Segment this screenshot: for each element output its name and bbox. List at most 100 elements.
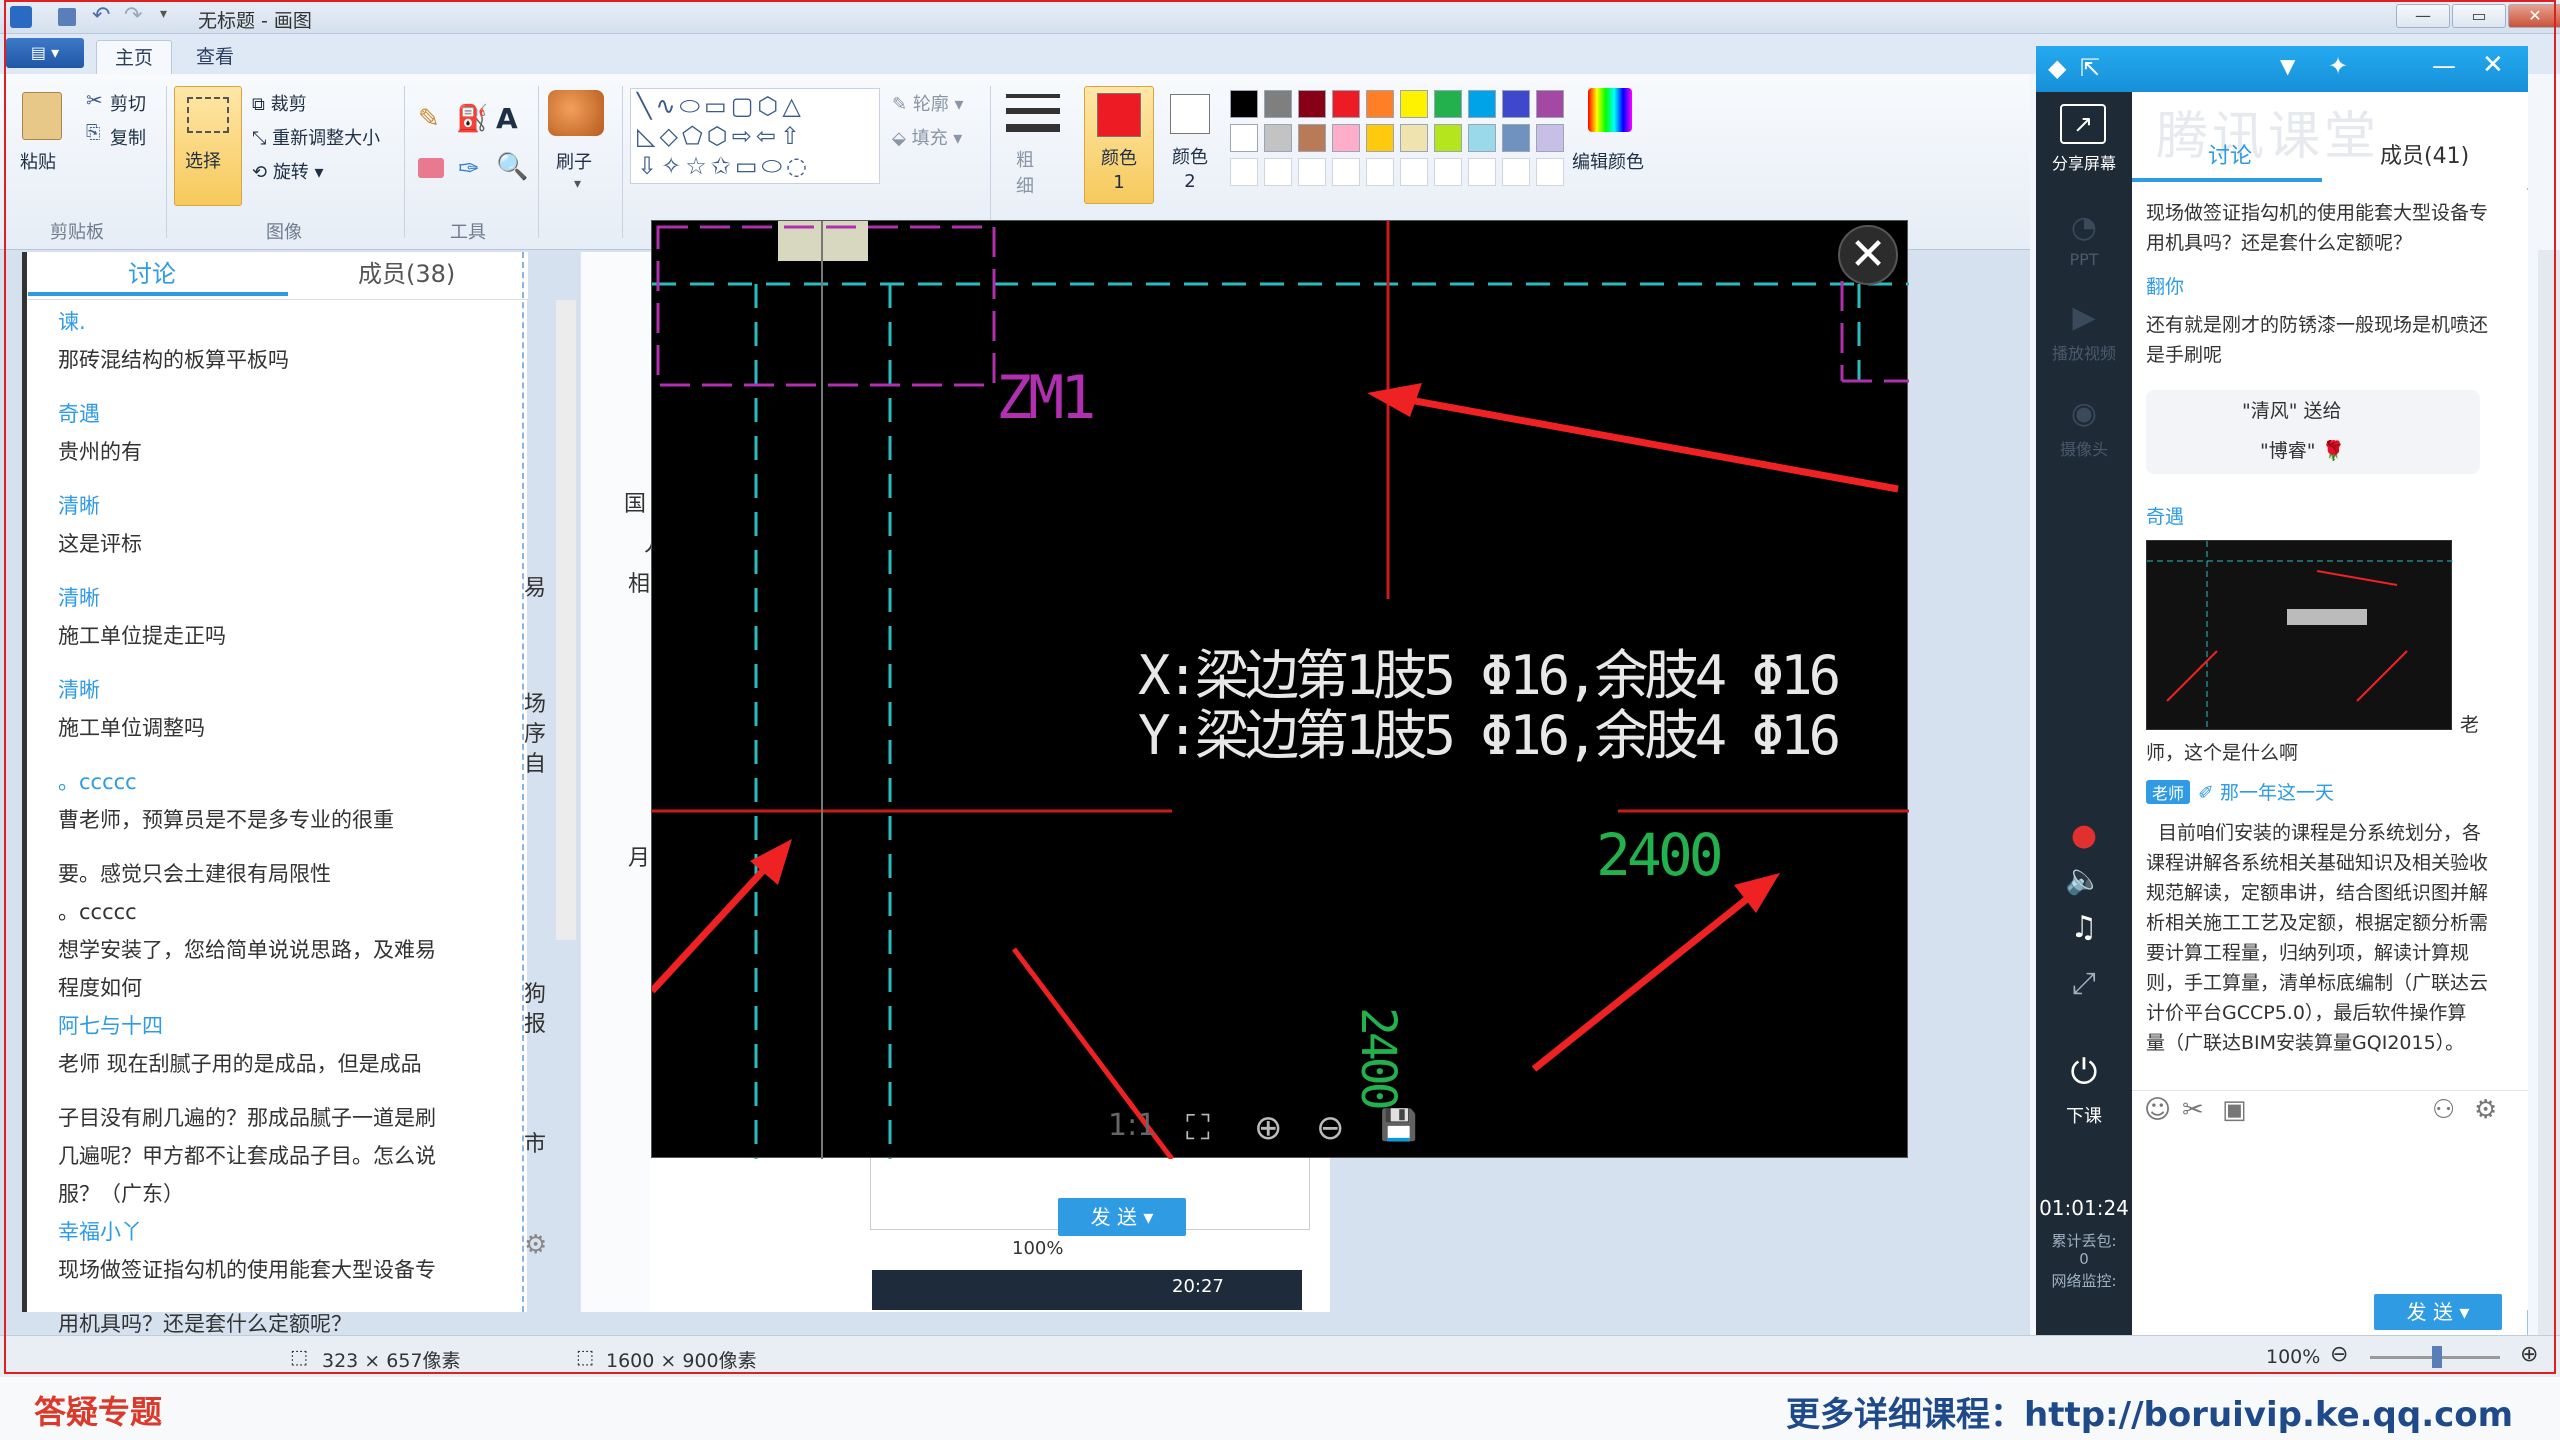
behind-send-button[interactable]: 发 送 ▾ [1058,1198,1186,1236]
fill-bucket-icon[interactable]: ⛽ [456,104,488,134]
cut-button[interactable]: 剪切 [110,90,146,116]
cut-icon[interactable]: ✂ [86,88,103,112]
eraser-icon[interactable] [418,158,444,178]
outline-button[interactable]: ✎ 轮廓 ▾ [892,90,964,116]
vertical-scrollbar[interactable] [2538,250,2560,1335]
video-icon[interactable]: ▶ [2036,300,2132,335]
palette-swatch[interactable] [1264,124,1292,152]
tab-members[interactable]: 成员(38) [358,254,455,289]
pencil-icon[interactable]: ✎ [418,104,440,134]
chevron-down-icon[interactable]: ▼ [2280,54,2295,78]
palette-swatch[interactable] [1230,124,1258,152]
ppt-icon[interactable]: ◔ [2036,210,2132,245]
palette-swatch[interactable] [1230,90,1258,118]
zoom-in-icon[interactable]: ⊕ [2520,1342,2538,1367]
crop-button[interactable]: ⧉ 裁剪 [252,90,307,116]
zoom-out-icon[interactable]: ⊖ [2330,1342,2348,1367]
palette-swatch[interactable] [1502,90,1530,118]
copy-icon[interactable]: ⎘ [86,122,100,143]
tencent-tab-discuss[interactable]: 讨论 [2208,138,2252,170]
close-icon[interactable]: ✕ [2482,50,2504,80]
brush-icon[interactable] [548,90,604,136]
file-menu-button[interactable]: ▤ ▾ [6,38,84,68]
user-icon[interactable]: ⚇ [2432,1095,2455,1125]
palette-swatch[interactable] [1366,124,1394,152]
palette-swatch[interactable] [1434,90,1462,118]
magnifier-icon[interactable]: 🔍 [496,152,528,182]
palette-empty-swatch[interactable] [1230,158,1258,186]
chevron-down-icon[interactable]: ▾ [574,176,581,192]
paste-icon[interactable] [22,92,62,140]
fill-button[interactable]: ⬙ 填充 ▾ [892,124,962,150]
palette-empty-swatch[interactable] [1468,158,1496,186]
redo-icon[interactable]: ↷ [124,3,142,28]
palette-empty-swatch[interactable] [1434,158,1462,186]
paint-app-icon[interactable] [10,6,32,28]
palette-empty-swatch[interactable] [1400,158,1428,186]
settings-icon[interactable]: ⚙ [2474,1095,2497,1125]
text-tool-icon[interactable]: A [496,102,518,135]
emoji-icon[interactable]: ☺ [2144,1095,2171,1125]
size-line-icon[interactable] [1006,94,1060,98]
play-video-button[interactable]: 播放视频 [2036,340,2132,364]
save-icon[interactable] [58,8,76,26]
shapes-gallery[interactable]: ╲∿⬭▭▢⬡△ ◺◇⬠⬡⇨⇦⇧ ⇩✧☆✩▭⬭◌ [630,88,880,184]
speaker-icon[interactable]: 🔈 [2036,862,2132,897]
save-image-icon[interactable]: 💾 [1380,1108,1417,1143]
screen-share-icon[interactable]: ↗ [2060,104,2106,144]
zoom-out-icon[interactable]: ⊖ [1316,1108,1345,1148]
edit-colors-icon[interactable] [1588,88,1632,132]
image-icon[interactable]: ▣ [2222,1095,2247,1125]
music-icon[interactable]: ♫ [2036,910,2132,945]
rotate-button[interactable]: ⟲ 旋转 ▾ [252,158,324,184]
minimize-icon[interactable]: — [2432,52,2456,80]
camera-icon[interactable]: ◉ [2036,396,2132,431]
gear-icon[interactable]: ⚙ [524,1230,547,1260]
palette-empty-swatch[interactable] [1366,158,1394,186]
camera-button[interactable]: 摄像头 [2036,436,2132,460]
microphone-icon[interactable]: ● [2036,818,2132,853]
palette-swatch[interactable] [1468,90,1496,118]
external-icon[interactable]: ⇱ [2080,54,2100,82]
actual-size-button[interactable]: 1:1 [1108,1108,1156,1143]
pin-icon[interactable]: ✦ [2328,52,2348,80]
palette-empty-swatch[interactable] [1332,158,1360,186]
share-screen-button[interactable]: 分享屏幕 [2036,150,2132,174]
resize-button[interactable]: ⤡ 重新调整大小 [252,124,380,150]
palette-swatch[interactable] [1400,124,1428,152]
palette-swatch[interactable] [1264,90,1292,118]
palette-swatch[interactable] [1298,90,1326,118]
palette-empty-swatch[interactable] [1264,158,1292,186]
tab-view[interactable]: 查看 [178,40,252,74]
tab-home[interactable]: 主页 [96,40,173,74]
palette-swatch[interactable] [1332,124,1360,152]
palette-empty-swatch[interactable] [1536,158,1564,186]
zoom-slider-thumb[interactable] [2432,1346,2442,1368]
share-icon[interactable]: ◆ [2048,54,2066,82]
size-line-icon[interactable] [1006,124,1060,132]
tab-discuss[interactable]: 讨论 [128,254,176,289]
paste-button[interactable]: 粘贴 [20,148,56,174]
palette-swatch[interactable] [1298,124,1326,152]
zoom-in-icon[interactable]: ⊕ [1254,1108,1283,1148]
close-viewer-button[interactable]: ✕ [1838,225,1898,285]
size-line-icon[interactable] [1006,108,1060,114]
select-button[interactable]: 选择 [174,86,242,206]
palette-swatch[interactable] [1468,124,1496,152]
end-class-button[interactable]: 下课 [2036,1102,2132,1128]
edit-colors-button[interactable]: 编辑颜色 [1572,148,1644,174]
maximize-button[interactable]: ▭ [2452,4,2506,28]
palette-swatch[interactable] [1536,90,1564,118]
palette-swatch[interactable] [1536,124,1564,152]
color2-button[interactable]: 颜色 2 [1160,86,1222,204]
minimize-button[interactable]: — [2396,4,2450,28]
ppt-button[interactable]: PPT [2036,250,2132,269]
tencent-tab-members[interactable]: 成员(41) [2380,138,2469,170]
shared-screenshot-thumbnail[interactable] [2146,540,2453,731]
image-viewer[interactable]: ZM1 X:梁边第1肢5 Φ16,余肢4 Φ16 Y:梁边第1肢5 Φ16,余肢… [651,220,1909,1159]
palette-empty-swatch[interactable] [1298,158,1326,186]
tencent-send-button[interactable]: 发 送 ▾ [2374,1294,2502,1330]
copy-button[interactable]: 复制 [110,124,146,150]
palette-swatch[interactable] [1332,90,1360,118]
palette-swatch[interactable] [1434,124,1462,152]
